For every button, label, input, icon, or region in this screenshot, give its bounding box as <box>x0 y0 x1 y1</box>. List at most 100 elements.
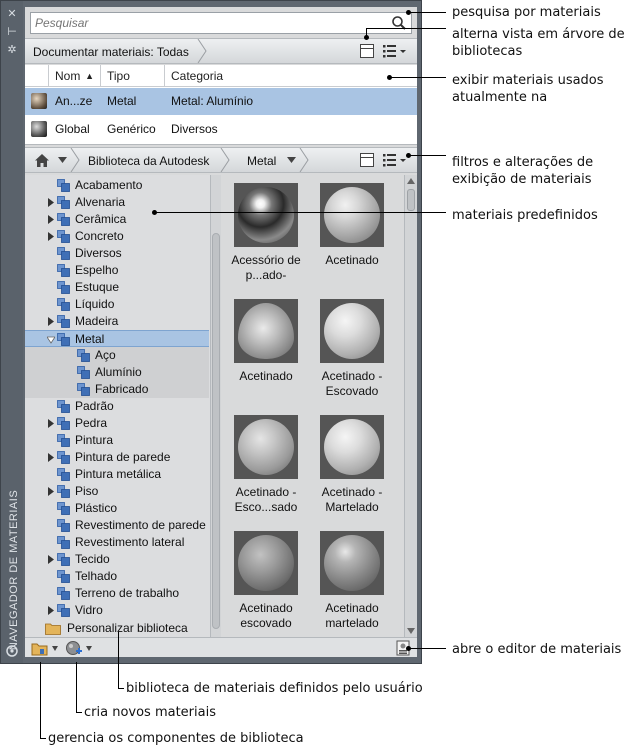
tree-item[interactable]: Diversos <box>25 245 209 262</box>
material-swatch <box>31 93 47 109</box>
breadcrumb-library[interactable]: Biblioteca da Autodesk <box>88 152 209 170</box>
material-name: An...ze <box>55 94 93 108</box>
tree-item-label: Diversos <box>75 246 122 260</box>
tree-item[interactable]: Pedra <box>25 415 209 432</box>
properties-icon[interactable]: ✲ <box>5 43 19 57</box>
create-material-icon[interactable] <box>65 640 83 656</box>
close-icon[interactable]: ✕ <box>5 7 19 21</box>
tree-item[interactable]: Alumínio <box>25 364 209 381</box>
tree-item[interactable]: Metal <box>25 330 209 347</box>
material-tile[interactable]: Acessório de p...ado- <box>226 179 306 291</box>
tree-item[interactable]: Fabricado <box>25 381 209 398</box>
tree-item[interactable]: Pintura de parede <box>25 449 209 466</box>
tree-item[interactable]: Tecido <box>25 551 209 568</box>
tree-item[interactable]: Telhado <box>25 568 209 585</box>
tree-item-label: Revestimento lateral <box>75 535 185 549</box>
tree-item-label: Pintura <box>75 433 114 447</box>
material-tile[interactable]: Acetinado - Martelado <box>312 411 392 523</box>
chevron-down-icon[interactable] <box>58 157 67 164</box>
tree-item[interactable]: Pintura <box>25 432 209 449</box>
library-tree-toggle-icon[interactable] <box>360 153 374 167</box>
tree-item[interactable]: Alvenaria <box>25 194 209 211</box>
tree-view-toggle-icon[interactable] <box>360 44 374 58</box>
table-row[interactable]: Global Genérico Diversos <box>25 116 417 143</box>
expand-arrow-icon[interactable] <box>47 232 55 241</box>
chevron-down-icon[interactable] <box>287 157 296 164</box>
tree-item-label: Pintura metálica <box>75 467 162 481</box>
tree-item-label: Aço <box>95 348 116 362</box>
document-materials-table: Nom ▲ Tipo Categoria An...ze Metal Metal… <box>25 65 417 145</box>
material-tile[interactable]: Acetinado escovado <box>226 527 306 637</box>
expand-arrow-icon[interactable] <box>47 555 55 564</box>
expand-arrow-icon[interactable] <box>47 317 55 326</box>
callout-predefined: materiais predefinidos <box>452 208 598 223</box>
panel-title: NAVEGADOR DE MATERIAIS <box>8 489 20 651</box>
library-folder-icon <box>57 502 70 515</box>
breadcrumb-folder[interactable]: Metal <box>247 152 276 170</box>
callout-search: pesquisa por materiais <box>452 5 601 20</box>
material-category: Metal: Alumínio <box>171 94 254 108</box>
tree-item[interactable]: Aço <box>25 347 209 364</box>
tree-item[interactable]: Espelho <box>25 262 209 279</box>
grid-scroll-thumb[interactable] <box>407 189 415 211</box>
tree-item[interactable]: Estuque <box>25 279 209 296</box>
expand-arrow-icon[interactable] <box>47 487 55 496</box>
tree-item[interactable]: Vidro <box>25 602 209 619</box>
tree-item[interactable]: Pintura metálica <box>25 466 209 483</box>
manage-library-icon[interactable] <box>31 640 51 656</box>
scroll-up-icon[interactable] <box>407 178 415 184</box>
tree-item[interactable]: Revestimento lateral <box>25 534 209 551</box>
expand-arrow-icon[interactable] <box>47 198 55 207</box>
column-category-header[interactable]: Categoria <box>165 65 417 87</box>
column-type-header[interactable]: Tipo <box>101 65 165 87</box>
view-options-icon[interactable] <box>382 43 408 59</box>
material-tile[interactable]: Acetinado - Esco...sado <box>226 411 306 523</box>
library-folder-icon <box>77 383 90 396</box>
tree-item[interactable]: Cerâmica <box>25 211 209 228</box>
search-box[interactable] <box>30 12 412 34</box>
tree-item[interactable]: Concreto <box>25 228 209 245</box>
tree-item-label: Vidro <box>75 603 103 617</box>
column-type-label: Tipo <box>107 69 130 83</box>
tree-item[interactable]: Padrão <box>25 398 209 415</box>
material-tile[interactable]: Acetinado - Escovado <box>312 295 392 407</box>
document-materials-filter[interactable]: Documentar materiais: Todas <box>33 43 189 61</box>
chevron-down-icon[interactable] <box>52 646 58 651</box>
tree-item[interactable]: Terreno de trabalho <box>25 585 209 602</box>
library-folder-icon <box>57 315 70 328</box>
table-row[interactable]: An...ze Metal Metal: Alumínio <box>25 88 417 115</box>
material-tile[interactable]: Acetinado <box>312 179 392 291</box>
expand-arrow-icon[interactable] <box>47 419 55 428</box>
tree-item[interactable]: Madeira <box>25 313 209 330</box>
tree-item[interactable]: Plástico <box>25 500 209 517</box>
auto-hide-icon[interactable]: ⊢ <box>5 25 19 39</box>
tree-scrollbar[interactable] <box>211 175 221 637</box>
home-icon[interactable] <box>34 153 50 168</box>
library-view-options-icon[interactable] <box>382 152 408 168</box>
panel-menu-icon[interactable] <box>5 645 19 659</box>
tree-item[interactable]: Revestimento de parede <box>25 517 209 534</box>
library-folder-icon <box>57 196 70 209</box>
custom-library-item[interactable]: Personalizar biblioteca <box>25 620 209 637</box>
breadcrumb-separator-icon <box>197 39 207 63</box>
library-folder-icon <box>77 366 90 379</box>
material-tile[interactable]: Acetinado <box>226 295 306 407</box>
material-tile[interactable]: Acetinado martelado <box>312 527 392 637</box>
chevron-down-icon[interactable] <box>86 646 92 651</box>
search-input[interactable] <box>35 15 385 31</box>
tree-item[interactable]: Acabamento <box>25 177 209 194</box>
tree-item-label: Alvenaria <box>75 195 126 209</box>
expand-arrow-icon[interactable] <box>47 215 55 224</box>
grid-scrollbar[interactable] <box>404 175 417 637</box>
expand-arrow-icon[interactable] <box>47 453 55 462</box>
collapse-arrow-icon[interactable] <box>47 335 55 344</box>
library-folder-icon <box>57 247 70 260</box>
scroll-down-icon[interactable] <box>407 628 415 634</box>
tree-scroll-thumb[interactable] <box>212 233 220 629</box>
panel-titlebar: ✕ ⊢ ✲ NAVEGADOR DE MATERIAIS <box>1 1 23 663</box>
tree-item[interactable]: Líquido <box>25 296 209 313</box>
tree-item[interactable]: Piso <box>25 483 209 500</box>
column-name-header[interactable]: Nom ▲ <box>49 65 101 87</box>
expand-arrow-icon[interactable] <box>47 606 55 615</box>
column-swatch-header <box>25 65 49 87</box>
